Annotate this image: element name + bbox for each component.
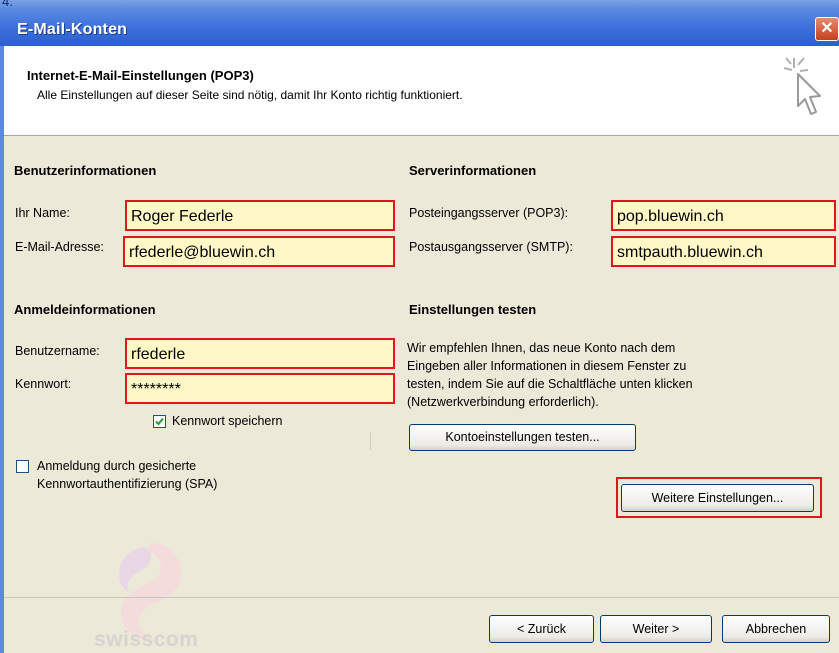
column-divider <box>370 432 371 450</box>
incoming-server-label: Posteingangsserver (POP3): <box>409 206 569 220</box>
header-title: Internet-E-Mail-Einstellungen (POP3) <box>27 68 254 83</box>
close-button[interactable]: ✕ <box>815 17 839 41</box>
save-password-label: Kennwort speichern <box>172 414 283 428</box>
name-label: Ihr Name: <box>15 206 70 220</box>
step-number: 4. <box>2 0 13 9</box>
checkmark-icon <box>155 417 164 426</box>
footer-separator <box>4 597 839 598</box>
outgoing-server-label: Postausgangsserver (SMTP): <box>409 240 573 254</box>
back-button[interactable]: < Zurück <box>489 615 594 643</box>
test-desc-line3: testen, indem Sie auf die Schaltfläche u… <box>407 377 693 391</box>
spa-checkbox[interactable] <box>16 460 29 473</box>
user-info-heading: Benutzerinformationen <box>14 163 157 178</box>
test-account-settings-button[interactable]: Kontoeinstellungen testen... <box>409 424 636 451</box>
window-title: E-Mail-Konten <box>17 21 128 38</box>
test-desc-line1: Wir empfehlen Ihnen, das neue Konto nach… <box>407 341 676 355</box>
save-password-checkbox[interactable] <box>153 415 166 428</box>
window-left-border <box>0 46 4 653</box>
login-info-heading: Anmeldeinformationen <box>14 302 156 317</box>
server-info-heading: Serverinformationen <box>409 163 537 178</box>
test-desc-line2: Eingeben aller Informationen in diesem F… <box>407 359 687 373</box>
incoming-server-field[interactable]: pop.bluewin.ch <box>611 200 836 231</box>
email-label: E-Mail-Adresse: <box>15 240 104 254</box>
logo-text: swisscom <box>94 628 199 651</box>
test-settings-heading: Einstellungen testen <box>409 302 537 317</box>
cursor-sparkle-icon <box>783 57 821 115</box>
name-field[interactable]: Roger Federle <box>125 200 395 231</box>
password-field[interactable]: ******** <box>125 373 395 404</box>
spa-label-line2: Kennwortauthentifizierung (SPA) <box>37 477 218 491</box>
test-desc-line4: (Netzwerkverbindung erforderlich). <box>407 395 599 409</box>
spa-label-line1: Anmeldung durch gesicherte <box>37 459 197 473</box>
header-subtitle: Alle Einstellungen auf dieser Seite sind… <box>37 88 463 102</box>
next-button[interactable]: Weiter > <box>600 615 712 643</box>
more-settings-button[interactable]: Weitere Einstellungen... <box>621 484 814 512</box>
password-label: Kennwort: <box>15 377 72 391</box>
username-label: Benutzername: <box>15 344 100 358</box>
username-field[interactable]: rfederle <box>125 338 395 369</box>
outgoing-server-field[interactable]: smtpauth.bluewin.ch <box>611 236 836 267</box>
cancel-button[interactable]: Abbrechen <box>722 615 830 643</box>
email-field[interactable]: rfederle@bluewin.ch <box>123 236 395 267</box>
